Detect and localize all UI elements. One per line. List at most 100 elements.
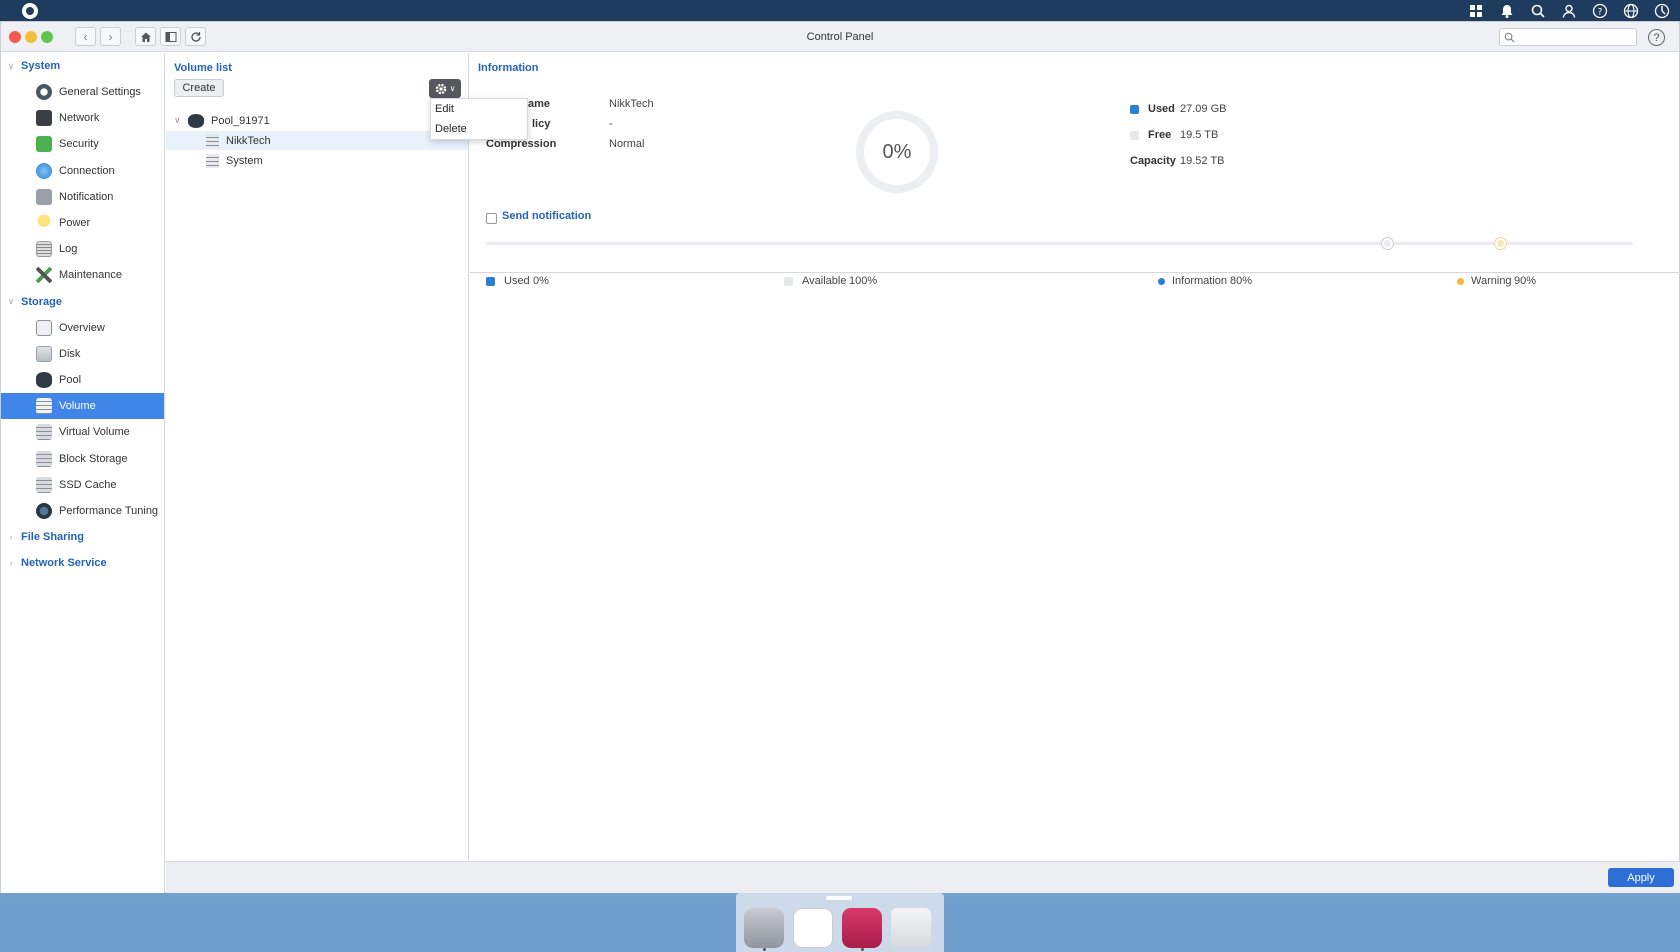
tree-item-pool[interactable]: ∨ Pool_91971: [174, 111, 464, 130]
window-title: Control Panel: [806, 30, 874, 43]
forward-button[interactable]: ›: [100, 27, 121, 46]
app-center-icon[interactable]: [793, 908, 833, 948]
performance-icon: [36, 502, 52, 519]
sidebar-item-power[interactable]: Power: [1, 210, 164, 236]
threshold-label-warning: Warning: [1471, 275, 1512, 287]
back-button[interactable]: ‹: [75, 27, 96, 46]
search-input[interactable]: [1519, 31, 1629, 43]
qnap-logo-icon[interactable]: [22, 2, 38, 19]
information-title: Information: [478, 62, 539, 74]
sidebar-item-volume[interactable]: Volume: [1, 393, 164, 420]
sidebar: ∨ System General Settings Network Securit…: [1, 53, 165, 893]
help-icon[interactable]: ?: [1591, 2, 1608, 19]
sidebar-item-block-storage[interactable]: Block Storage: [1, 445, 164, 471]
recycle-bin-icon[interactable]: [891, 908, 931, 948]
sidebar-item-overview[interactable]: Overview: [1, 315, 164, 341]
sidebar-group-storage[interactable]: ∨ Storage: [1, 289, 164, 315]
search-box[interactable]: [1499, 28, 1637, 46]
sidebar-item-ssd-cache[interactable]: SSD Cache: [1, 472, 164, 498]
bell-icon: [36, 188, 52, 205]
sidebar-item-connection[interactable]: Connection: [1, 158, 164, 184]
sidebar-group-file-sharing[interactable]: › File Sharing: [1, 524, 164, 550]
chevron-down-icon: ∨: [7, 60, 15, 71]
chevron-right-icon: ›: [108, 29, 113, 44]
stat-value-capacity: 19.52 TB: [1180, 155, 1225, 167]
sidebar-icon: [165, 31, 176, 42]
apply-button[interactable]: Apply: [1608, 868, 1674, 887]
sidebar-group-system[interactable]: ∨ System: [1, 53, 164, 79]
storage-manager-app-icon[interactable]: [744, 908, 784, 948]
volume-icon: [206, 153, 219, 168]
home-button[interactable]: [135, 27, 156, 46]
send-notification-checkbox[interactable]: [486, 213, 497, 224]
info-value-policy: -: [609, 118, 613, 130]
send-notification-label[interactable]: Send notification: [502, 210, 591, 222]
threshold-value-used: 0%: [533, 275, 549, 287]
sidebar-item-maintenance[interactable]: Maintenance: [1, 262, 164, 288]
window-footer: Apply: [166, 861, 1680, 893]
user-icon[interactable]: [1560, 2, 1577, 19]
volume-icon: [206, 133, 219, 148]
stat-label-free: Free: [1148, 129, 1172, 141]
chevron-down-icon: ∨: [174, 115, 181, 125]
globe-icon: [36, 162, 52, 179]
sidebar-item-virtual-volume[interactable]: Virtual Volume: [1, 419, 164, 445]
nav-buttons: ‹ ›: [75, 27, 206, 46]
toggle-sidebar-button[interactable]: [160, 27, 181, 46]
network-icon: [36, 110, 52, 127]
menu-item-edit[interactable]: Edit: [431, 99, 527, 119]
apps-grid-icon[interactable]: [1467, 2, 1484, 19]
refresh-button[interactable]: [185, 27, 206, 46]
chevron-right-icon: ›: [9, 532, 13, 542]
sidebar-item-disk[interactable]: Disk: [1, 341, 164, 367]
information-threshold-handle[interactable]: [1382, 238, 1393, 249]
tree-item-volume-nikktech[interactable]: NikkTech: [166, 131, 468, 150]
overview-icon: [36, 319, 52, 336]
sidebar-item-pool[interactable]: Pool: [1, 367, 164, 393]
security-center-app-icon[interactable]: [842, 908, 882, 948]
sidebar-group-network-service[interactable]: › Network Service: [1, 550, 164, 576]
pool-icon: [36, 371, 52, 388]
warning-threshold-handle[interactable]: [1495, 238, 1506, 249]
info-label-policy: licy: [532, 118, 551, 130]
menu-item-delete[interactable]: Delete: [431, 119, 527, 139]
threshold-label-information: Information: [1172, 275, 1228, 287]
bell-icon[interactable]: [1498, 2, 1515, 19]
volume-actions-button[interactable]: ∨: [429, 79, 461, 98]
sidebar-item-log[interactable]: Log: [1, 236, 164, 262]
threshold-value-information: 80%: [1230, 275, 1253, 287]
sidebar-item-general-settings[interactable]: General Settings: [1, 79, 164, 105]
info-value-compression: Normal: [609, 138, 645, 150]
gear-icon: [36, 84, 52, 101]
bulb-icon: [36, 215, 52, 232]
tree-item-volume-system[interactable]: System: [166, 151, 468, 170]
sidebar-item-notification[interactable]: Notification: [1, 184, 164, 210]
stat-value-free: 19.5 TB: [1180, 129, 1219, 141]
sidebar-item-performance-tuning[interactable]: Performance Tuning: [1, 498, 164, 524]
block-storage-icon: [36, 450, 52, 467]
chevron-down-icon: ∨: [7, 296, 15, 306]
log-icon: [36, 241, 52, 258]
threshold-value-available: 100%: [849, 275, 878, 287]
info-value-name: NikkTech: [609, 98, 654, 110]
search-icon[interactable]: [1529, 2, 1546, 19]
gear-icon: [435, 83, 446, 94]
threshold-slider-track[interactable]: [486, 242, 1633, 245]
threshold-value-warning: 90%: [1514, 275, 1537, 287]
stat-label-capacity: Capacity: [1130, 155, 1176, 167]
lock-icon: [36, 136, 52, 153]
minimize-window-button[interactable]: [25, 30, 37, 43]
sidebar-item-network[interactable]: Network: [1, 105, 164, 131]
dock-handle[interactable]: [826, 896, 852, 900]
create-volume-button[interactable]: Create: [174, 79, 224, 97]
ssd-cache-icon: [36, 476, 52, 493]
dashboard-icon[interactable]: [1653, 2, 1670, 19]
sidebar-item-security[interactable]: Security: [1, 131, 164, 157]
maximize-window-button[interactable]: [41, 30, 53, 43]
threshold-label-used: Used: [504, 275, 530, 287]
information-threshold-dot: [1158, 278, 1165, 285]
used-legend-swatch: [1130, 105, 1139, 114]
globe-icon[interactable]: [1622, 2, 1639, 19]
close-window-button[interactable]: [9, 30, 21, 43]
help-button[interactable]: ?: [1648, 29, 1665, 46]
